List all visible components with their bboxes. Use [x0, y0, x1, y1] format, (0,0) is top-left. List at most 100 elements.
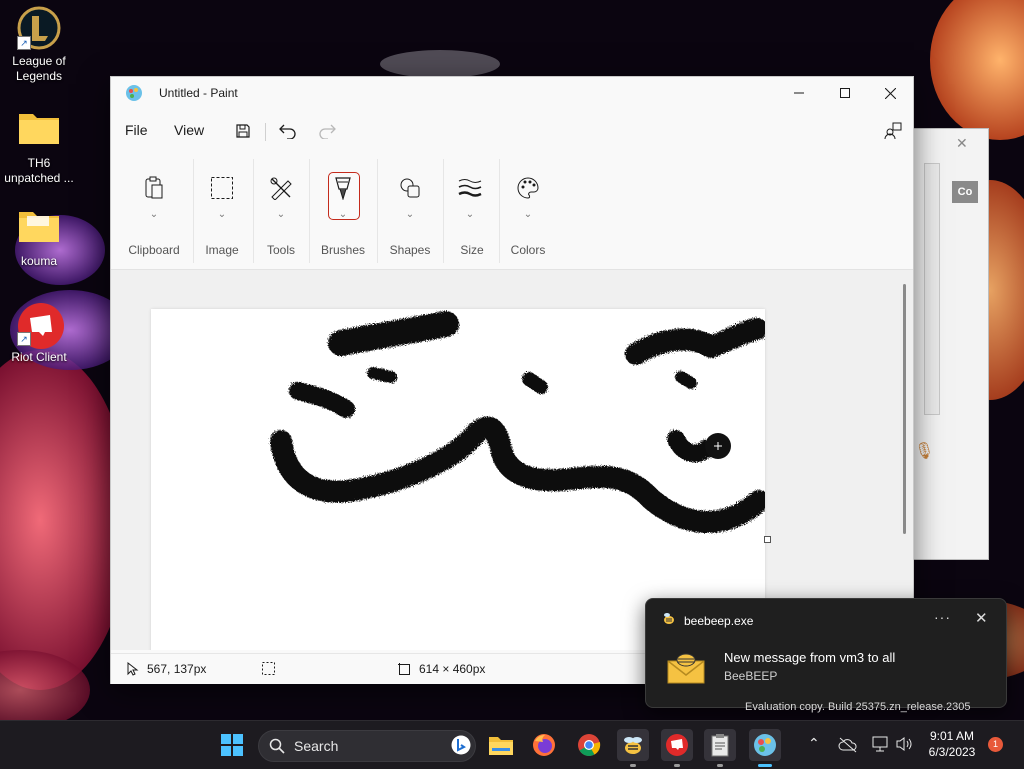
desktop-icon-league-of-legends[interactable]: ↗ League of Legends [0, 6, 78, 84]
taskbar-riot-client[interactable] [661, 729, 693, 767]
show-hidden-icons-chevron-icon[interactable]: ⌃ [808, 735, 820, 752]
window-title: Untitled - Paint [159, 86, 238, 100]
file-explorer-icon [489, 737, 513, 755]
system-clock[interactable]: 9:01 AM 6/3/2023 [922, 728, 982, 760]
bing-icon [451, 735, 471, 755]
brush-stroke [328, 311, 459, 356]
taskbar-chrome[interactable] [573, 729, 605, 761]
volume-icon[interactable] [895, 736, 913, 752]
group-image[interactable]: ⌄ Image [195, 149, 249, 269]
account-icon[interactable] [879, 117, 907, 145]
group-label: Image [205, 243, 239, 257]
firefox-icon [533, 734, 555, 756]
shapes-icon [393, 171, 427, 205]
title-bar[interactable]: Untitled - Paint [111, 77, 913, 109]
start-icon [221, 734, 243, 756]
taskbar-search[interactable]: Search [258, 730, 476, 762]
paint-icon [754, 734, 776, 756]
group-colors[interactable]: ⌄ Colors [501, 149, 555, 269]
notepad-icon [711, 734, 729, 757]
background-window-scrollbar[interactable] [924, 163, 940, 415]
vertical-scrollbar[interactable] [903, 284, 906, 534]
group-tools[interactable]: ⌄ Tools [255, 149, 307, 269]
start-button[interactable] [216, 729, 248, 761]
evaluation-watermark: Evaluation copy. Build 25375.zn_release.… [745, 701, 971, 713]
chevron-down-icon: ⌄ [217, 209, 227, 220]
notification-app-name: beebeep.exe [684, 614, 754, 628]
group-size[interactable]: ⌄ Size [445, 149, 499, 269]
group-label: Tools [266, 243, 295, 257]
menu-file[interactable]: File [125, 122, 148, 138]
canvas-resize-handle[interactable] [764, 536, 771, 543]
chrome-icon [578, 734, 601, 756]
running-indicator [630, 764, 636, 767]
group-label: Shapes [389, 243, 431, 257]
maximize-button[interactable] [822, 77, 868, 109]
ribbon-separator [443, 159, 444, 263]
desktop-icon-label: Riot Client [11, 350, 67, 364]
brush-stroke [367, 367, 397, 383]
notification-toast[interactable]: beebeep.exe ··· ✕ New message from vm3 t… [645, 598, 1007, 708]
canvas-size-icon [398, 662, 410, 675]
desktop-icon-th6-unpatched[interactable]: TH6 unpatched ... [0, 108, 78, 186]
notification-close-icon[interactable]: ✕ [975, 609, 988, 627]
group-clipboard[interactable]: ⌄ Clipboard [121, 149, 187, 269]
redo-icon[interactable] [313, 117, 341, 145]
league-of-legends-icon: ↗ [17, 6, 61, 50]
cloud-offline-icon[interactable] [838, 737, 858, 753]
chevron-down-icon: ⌄ [405, 209, 415, 220]
notification-more-button[interactable]: ··· [934, 609, 951, 625]
folder-icon [17, 108, 61, 152]
group-label: Brushes [320, 243, 366, 257]
brush-icon [326, 171, 360, 205]
ribbon-separator [309, 159, 310, 263]
taskbar-firefox[interactable] [528, 729, 560, 761]
close-button[interactable] [867, 77, 913, 109]
taskbar-notepad[interactable] [704, 729, 736, 767]
taskbar-beebeep[interactable] [617, 729, 649, 767]
minimize-button[interactable] [776, 77, 822, 109]
brush-stroke [522, 372, 548, 394]
canvas-size-text: 614 × 460px [419, 662, 486, 676]
beebeep-small-icon [664, 613, 674, 624]
save-icon[interactable] [229, 117, 257, 145]
desktop-icon-riot-client[interactable]: ↗ Riot Client [0, 302, 78, 365]
background-window[interactable]: ✕ Co 🎙 [905, 128, 989, 560]
desktop-icon-label: TH6 unpatched ... [4, 156, 74, 185]
search-icon [269, 738, 285, 754]
group-label: Size [460, 243, 484, 257]
group-label: Clipboard [128, 243, 180, 257]
cursor-position-text: 567, 137px [147, 662, 207, 676]
stroke-size-icon [453, 171, 487, 205]
taskbar-file-explorer[interactable] [485, 729, 517, 761]
group-brushes[interactable]: ⌄ Brushes [311, 149, 375, 269]
undo-icon[interactable] [274, 117, 302, 145]
taskbar: Search ⌃ 9:01 AM 6/3/2023 1 [0, 720, 1024, 769]
background-window-label: Co [952, 181, 978, 203]
menu-view[interactable]: View [174, 122, 204, 138]
paint-window[interactable]: Untitled - Paint File View ⌄ Clipboard ⌄… [110, 76, 914, 684]
network-icon[interactable] [871, 735, 889, 753]
group-shapes[interactable]: ⌄ Shapes [379, 149, 441, 269]
taskbar-paint[interactable] [749, 729, 781, 767]
group-label: Colors [510, 243, 546, 257]
clipboard-icon [137, 171, 171, 205]
brush-stroke [289, 382, 355, 418]
select-rectangle-icon [205, 171, 239, 205]
chevron-down-icon: ⌄ [465, 209, 475, 220]
menu-separator [265, 123, 266, 141]
running-indicator [674, 764, 680, 767]
notification-count-badge[interactable]: 1 [988, 737, 1003, 752]
notification-title: New message from vm3 to all [724, 650, 896, 665]
menu-bar: File View [111, 111, 913, 149]
desktop-icon-kouma[interactable]: kouma [0, 206, 78, 269]
search-label: Search [294, 738, 339, 754]
riot-client-icon [666, 734, 688, 756]
ribbon-separator [253, 159, 254, 263]
background-window-close-icon[interactable]: ✕ [956, 135, 968, 152]
mail-envelope-icon [667, 653, 705, 684]
canvas-workspace [111, 270, 913, 650]
running-indicator [758, 764, 772, 767]
chevron-down-icon: ⌄ [149, 209, 159, 220]
canvas-size: 614 × 460px [398, 662, 485, 676]
